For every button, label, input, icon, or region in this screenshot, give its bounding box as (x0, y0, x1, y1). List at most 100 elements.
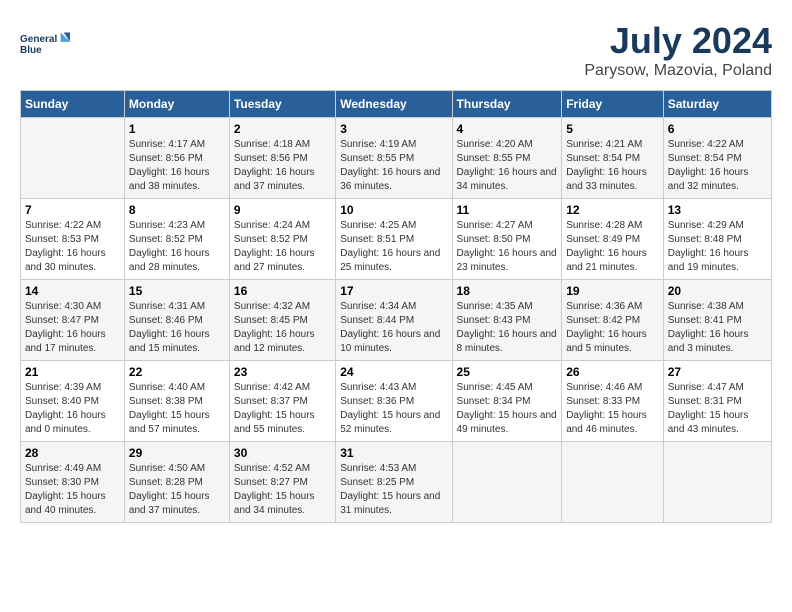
day-number: 25 (457, 365, 558, 379)
day-number: 28 (25, 446, 120, 460)
day-cell: 8 Sunrise: 4:23 AMSunset: 8:52 PMDayligh… (124, 199, 229, 280)
day-cell: 31 Sunrise: 4:53 AMSunset: 8:25 PMDaylig… (336, 442, 452, 523)
day-cell: 29 Sunrise: 4:50 AMSunset: 8:28 PMDaylig… (124, 442, 229, 523)
day-number: 26 (566, 365, 659, 379)
day-info: Sunrise: 4:24 AMSunset: 8:52 PMDaylight:… (234, 219, 331, 275)
day-number: 24 (340, 365, 447, 379)
day-cell: 13 Sunrise: 4:29 AMSunset: 8:48 PMDaylig… (663, 199, 771, 280)
header-thursday: Thursday (452, 91, 562, 118)
day-cell: 15 Sunrise: 4:31 AMSunset: 8:46 PMDaylig… (124, 280, 229, 361)
day-number: 21 (25, 365, 120, 379)
day-info: Sunrise: 4:49 AMSunset: 8:30 PMDaylight:… (25, 462, 120, 518)
day-info: Sunrise: 4:27 AMSunset: 8:50 PMDaylight:… (457, 219, 558, 275)
day-cell: 14 Sunrise: 4:30 AMSunset: 8:47 PMDaylig… (21, 280, 125, 361)
day-cell: 20 Sunrise: 4:38 AMSunset: 8:41 PMDaylig… (663, 280, 771, 361)
day-number: 19 (566, 284, 659, 298)
day-info: Sunrise: 4:20 AMSunset: 8:55 PMDaylight:… (457, 138, 558, 194)
calendar-table: SundayMondayTuesdayWednesdayThursdayFrid… (20, 90, 772, 523)
day-number: 3 (340, 122, 447, 136)
day-info: Sunrise: 4:35 AMSunset: 8:43 PMDaylight:… (457, 300, 558, 356)
day-number: 6 (668, 122, 767, 136)
day-cell: 6 Sunrise: 4:22 AMSunset: 8:54 PMDayligh… (663, 118, 771, 199)
page-header: General Blue July 2024 Parysow, Mazovia,… (20, 20, 772, 80)
day-number: 29 (129, 446, 225, 460)
day-cell: 12 Sunrise: 4:28 AMSunset: 8:49 PMDaylig… (562, 199, 664, 280)
logo-svg: General Blue (20, 20, 70, 70)
day-number: 31 (340, 446, 447, 460)
day-cell: 10 Sunrise: 4:25 AMSunset: 8:51 PMDaylig… (336, 199, 452, 280)
day-cell: 4 Sunrise: 4:20 AMSunset: 8:55 PMDayligh… (452, 118, 562, 199)
day-cell: 7 Sunrise: 4:22 AMSunset: 8:53 PMDayligh… (21, 199, 125, 280)
day-number: 5 (566, 122, 659, 136)
day-number: 4 (457, 122, 558, 136)
day-info: Sunrise: 4:39 AMSunset: 8:40 PMDaylight:… (25, 381, 120, 437)
day-info: Sunrise: 4:38 AMSunset: 8:41 PMDaylight:… (668, 300, 767, 356)
day-info: Sunrise: 4:17 AMSunset: 8:56 PMDaylight:… (129, 138, 225, 194)
day-info: Sunrise: 4:34 AMSunset: 8:44 PMDaylight:… (340, 300, 447, 356)
day-number: 16 (234, 284, 331, 298)
day-info: Sunrise: 4:22 AMSunset: 8:54 PMDaylight:… (668, 138, 767, 194)
day-number: 2 (234, 122, 331, 136)
day-number: 13 (668, 203, 767, 217)
day-info: Sunrise: 4:42 AMSunset: 8:37 PMDaylight:… (234, 381, 331, 437)
header-monday: Monday (124, 91, 229, 118)
day-info: Sunrise: 4:50 AMSunset: 8:28 PMDaylight:… (129, 462, 225, 518)
svg-text:General: General (20, 34, 57, 45)
day-number: 9 (234, 203, 331, 217)
day-info: Sunrise: 4:25 AMSunset: 8:51 PMDaylight:… (340, 219, 447, 275)
title-area: July 2024 Parysow, Mazovia, Poland (584, 20, 772, 80)
day-cell: 21 Sunrise: 4:39 AMSunset: 8:40 PMDaylig… (21, 361, 125, 442)
day-cell (562, 442, 664, 523)
header-saturday: Saturday (663, 91, 771, 118)
day-info: Sunrise: 4:23 AMSunset: 8:52 PMDaylight:… (129, 219, 225, 275)
day-info: Sunrise: 4:28 AMSunset: 8:49 PMDaylight:… (566, 219, 659, 275)
day-info: Sunrise: 4:36 AMSunset: 8:42 PMDaylight:… (566, 300, 659, 356)
week-row-5: 28 Sunrise: 4:49 AMSunset: 8:30 PMDaylig… (21, 442, 772, 523)
day-cell: 22 Sunrise: 4:40 AMSunset: 8:38 PMDaylig… (124, 361, 229, 442)
day-number: 14 (25, 284, 120, 298)
day-number: 15 (129, 284, 225, 298)
day-info: Sunrise: 4:29 AMSunset: 8:48 PMDaylight:… (668, 219, 767, 275)
day-info: Sunrise: 4:40 AMSunset: 8:38 PMDaylight:… (129, 381, 225, 437)
day-cell: 3 Sunrise: 4:19 AMSunset: 8:55 PMDayligh… (336, 118, 452, 199)
day-cell: 23 Sunrise: 4:42 AMSunset: 8:37 PMDaylig… (229, 361, 335, 442)
day-cell: 9 Sunrise: 4:24 AMSunset: 8:52 PMDayligh… (229, 199, 335, 280)
day-info: Sunrise: 4:18 AMSunset: 8:56 PMDaylight:… (234, 138, 331, 194)
day-cell: 2 Sunrise: 4:18 AMSunset: 8:56 PMDayligh… (229, 118, 335, 199)
day-info: Sunrise: 4:53 AMSunset: 8:25 PMDaylight:… (340, 462, 447, 518)
day-info: Sunrise: 4:46 AMSunset: 8:33 PMDaylight:… (566, 381, 659, 437)
day-cell: 11 Sunrise: 4:27 AMSunset: 8:50 PMDaylig… (452, 199, 562, 280)
month-title: July 2024 (584, 20, 772, 62)
day-cell: 26 Sunrise: 4:46 AMSunset: 8:33 PMDaylig… (562, 361, 664, 442)
day-cell: 5 Sunrise: 4:21 AMSunset: 8:54 PMDayligh… (562, 118, 664, 199)
day-cell: 30 Sunrise: 4:52 AMSunset: 8:27 PMDaylig… (229, 442, 335, 523)
day-number: 12 (566, 203, 659, 217)
day-info: Sunrise: 4:32 AMSunset: 8:45 PMDaylight:… (234, 300, 331, 356)
day-number: 27 (668, 365, 767, 379)
day-number: 23 (234, 365, 331, 379)
calendar-header-row: SundayMondayTuesdayWednesdayThursdayFrid… (21, 91, 772, 118)
header-wednesday: Wednesday (336, 91, 452, 118)
week-row-3: 14 Sunrise: 4:30 AMSunset: 8:47 PMDaylig… (21, 280, 772, 361)
day-number: 10 (340, 203, 447, 217)
day-info: Sunrise: 4:19 AMSunset: 8:55 PMDaylight:… (340, 138, 447, 194)
day-cell: 1 Sunrise: 4:17 AMSunset: 8:56 PMDayligh… (124, 118, 229, 199)
day-cell (452, 442, 562, 523)
day-cell: 18 Sunrise: 4:35 AMSunset: 8:43 PMDaylig… (452, 280, 562, 361)
day-number: 8 (129, 203, 225, 217)
day-cell (663, 442, 771, 523)
header-tuesday: Tuesday (229, 91, 335, 118)
day-info: Sunrise: 4:22 AMSunset: 8:53 PMDaylight:… (25, 219, 120, 275)
day-cell: 24 Sunrise: 4:43 AMSunset: 8:36 PMDaylig… (336, 361, 452, 442)
day-cell: 28 Sunrise: 4:49 AMSunset: 8:30 PMDaylig… (21, 442, 125, 523)
header-friday: Friday (562, 91, 664, 118)
day-number: 30 (234, 446, 331, 460)
day-number: 20 (668, 284, 767, 298)
day-number: 11 (457, 203, 558, 217)
day-number: 1 (129, 122, 225, 136)
day-info: Sunrise: 4:47 AMSunset: 8:31 PMDaylight:… (668, 381, 767, 437)
week-row-2: 7 Sunrise: 4:22 AMSunset: 8:53 PMDayligh… (21, 199, 772, 280)
day-info: Sunrise: 4:43 AMSunset: 8:36 PMDaylight:… (340, 381, 447, 437)
header-sunday: Sunday (21, 91, 125, 118)
location-subtitle: Parysow, Mazovia, Poland (584, 62, 772, 80)
